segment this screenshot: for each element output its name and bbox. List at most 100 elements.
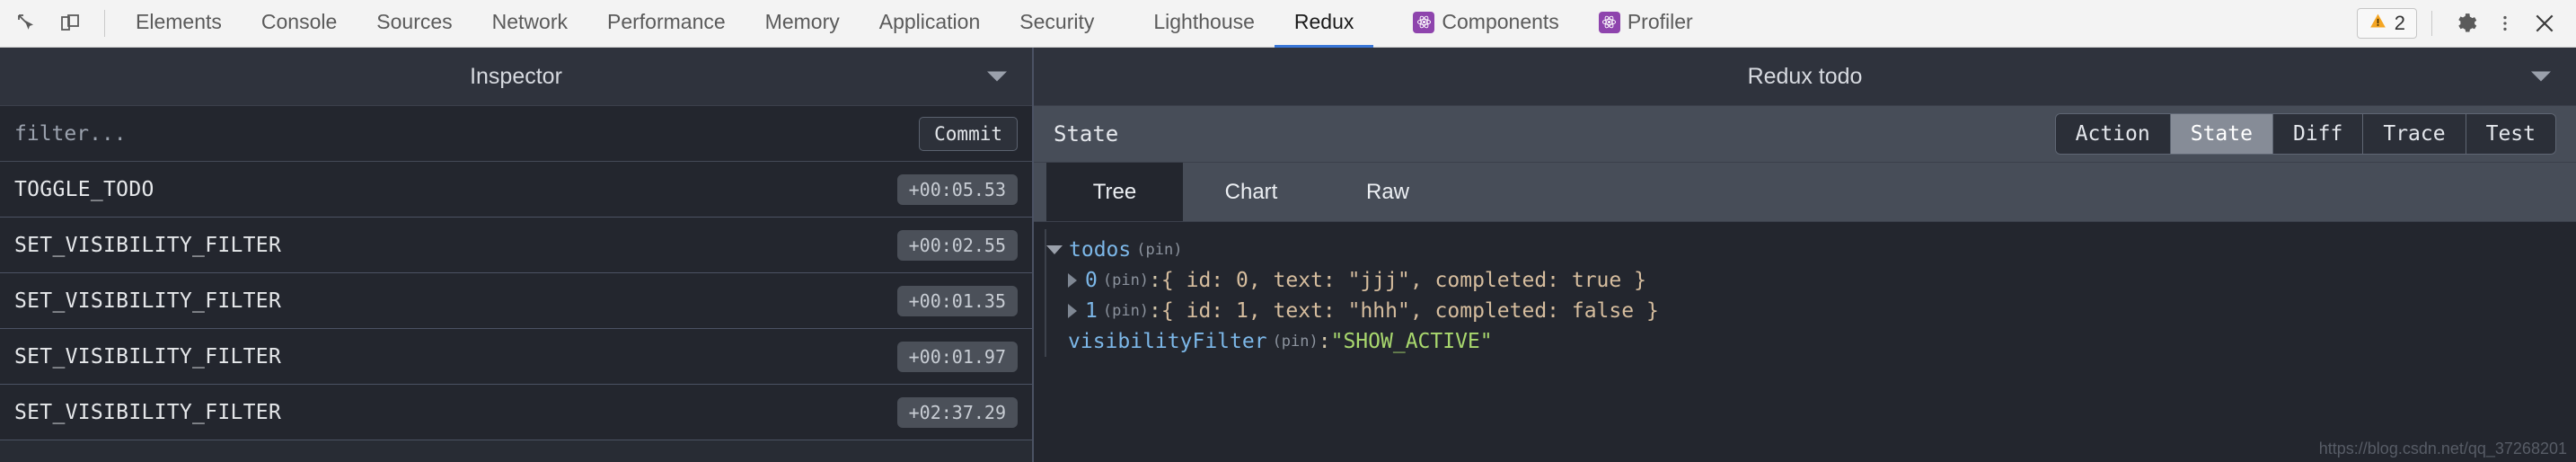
tab-memory[interactable]: Memory bbox=[745, 0, 860, 48]
kebab-menu-icon[interactable] bbox=[2486, 4, 2524, 42]
action-timestamp: +02:37.29 bbox=[896, 396, 1018, 428]
filter-input[interactable] bbox=[14, 121, 920, 146]
tree-value: { id: 0, text: "jjj", completed: true } bbox=[1160, 269, 1646, 292]
redux-devtools-panel: Inspector Commit TOGGLE_TODO +00:05.53 S… bbox=[0, 48, 2576, 462]
state-label: State bbox=[1054, 121, 1119, 147]
toolbar-divider bbox=[104, 10, 105, 37]
table-row[interactable]: SET_VISIBILITY_FILTER +00:01.35 bbox=[0, 273, 1032, 329]
monitor-column: Redux todo State Action State Diff Trace… bbox=[1034, 48, 2576, 462]
toolbar-divider-right bbox=[2431, 11, 2432, 36]
filter-row: Commit bbox=[0, 106, 1032, 162]
toolbar-right-group: 2 bbox=[2356, 4, 2576, 42]
tab-elements[interactable]: Elements bbox=[116, 0, 242, 48]
subtab-chart[interactable]: Chart bbox=[1183, 163, 1319, 221]
action-type: SET_VISIBILITY_FILTER bbox=[14, 233, 282, 257]
close-icon[interactable] bbox=[2526, 4, 2563, 42]
react-logo-icon bbox=[1413, 11, 1435, 33]
tab-label: Application bbox=[878, 10, 981, 33]
tree-value: "SHOW_ACTIVE" bbox=[1330, 330, 1493, 353]
tab-label: Security bbox=[1019, 10, 1095, 33]
device-toolbar-icon[interactable] bbox=[50, 4, 90, 43]
gear-icon[interactable] bbox=[2447, 4, 2484, 42]
tab-label: Elements bbox=[136, 10, 222, 33]
action-type: SET_VISIBILITY_FILTER bbox=[14, 344, 282, 369]
table-row[interactable]: SET_VISIBILITY_FILTER +00:01.97 bbox=[0, 329, 1032, 385]
action-timestamp: +00:01.35 bbox=[896, 285, 1018, 316]
monitor-header: Redux todo bbox=[1034, 48, 2576, 106]
tab-action[interactable]: Action bbox=[2055, 114, 2171, 154]
tab-label: Components bbox=[1442, 10, 1559, 33]
tree-key: visibilityFilter bbox=[1068, 330, 1267, 353]
devtools-tab-list: Elements Console Sources Network Perform… bbox=[116, 0, 1713, 48]
pin-label[interactable]: (pin) bbox=[1136, 235, 1182, 265]
tab-label: Sources bbox=[376, 10, 453, 33]
table-row[interactable]: TOGGLE_TODO +00:05.53 bbox=[0, 162, 1032, 218]
toolbar-icon-group bbox=[0, 4, 116, 43]
devtools-toolbar: Elements Console Sources Network Perform… bbox=[0, 0, 2576, 48]
inspector-column: Inspector Commit TOGGLE_TODO +00:05.53 S… bbox=[0, 48, 1034, 462]
chevron-down-icon[interactable] bbox=[987, 71, 1007, 82]
tab-security[interactable]: Security bbox=[1000, 0, 1114, 48]
tab-trace[interactable]: Trace bbox=[2363, 114, 2466, 154]
action-type: TOGGLE_TODO bbox=[14, 177, 154, 201]
tab-label: Performance bbox=[607, 10, 726, 33]
tab-test[interactable]: Test bbox=[2466, 114, 2555, 154]
tab-lighthouse[interactable]: Lighthouse bbox=[1134, 0, 1275, 48]
tree-gutter-line bbox=[1045, 229, 1046, 357]
table-row[interactable]: SET_VISIBILITY_FILTER +02:37.29 bbox=[0, 385, 1032, 440]
tab-performance[interactable]: Performance bbox=[587, 0, 745, 48]
inspect-element-icon[interactable] bbox=[7, 4, 47, 43]
tree-index: 1 bbox=[1085, 299, 1098, 323]
tree-separator: : bbox=[1149, 269, 1161, 292]
tab-label: Memory bbox=[764, 10, 840, 33]
tree-node-todos[interactable]: todos (pin) bbox=[1041, 235, 2576, 265]
tab-sources[interactable]: Sources bbox=[357, 0, 472, 48]
tab-label: Network bbox=[491, 10, 568, 33]
react-logo-icon bbox=[1598, 11, 1620, 33]
tree-index: 0 bbox=[1085, 269, 1098, 292]
warning-triangle-icon bbox=[2369, 12, 2387, 36]
tab-redux[interactable]: Redux bbox=[1274, 0, 1374, 48]
action-timestamp: +00:05.53 bbox=[896, 173, 1018, 205]
tab-console[interactable]: Console bbox=[242, 0, 357, 48]
tree-key: todos bbox=[1069, 238, 1132, 262]
monitor-title: Redux todo bbox=[1747, 63, 1863, 89]
subtab-tree[interactable]: Tree bbox=[1046, 163, 1183, 221]
pin-label[interactable]: (pin) bbox=[1103, 296, 1149, 326]
tab-label: Console bbox=[260, 10, 338, 33]
table-row[interactable]: SET_VISIBILITY_FILTER +00:02.55 bbox=[0, 218, 1032, 273]
action-list: TOGGLE_TODO +00:05.53 SET_VISIBILITY_FIL… bbox=[0, 162, 1032, 462]
subtab-raw[interactable]: Raw bbox=[1319, 163, 1456, 221]
pin-label[interactable]: (pin) bbox=[1273, 326, 1319, 357]
tab-application[interactable]: Application bbox=[860, 0, 1001, 48]
tab-label: Redux bbox=[1293, 10, 1354, 33]
chevron-down-icon[interactable] bbox=[2531, 71, 2551, 82]
chevron-right-icon[interactable] bbox=[1068, 273, 1077, 288]
view-tab-group: Action State Diff Trace Test bbox=[2054, 113, 2556, 155]
tab-profiler[interactable]: Profiler bbox=[1579, 0, 1713, 48]
tree-node-item[interactable]: 0 (pin) : { id: 0, text: "jjj", complete… bbox=[1041, 265, 2576, 296]
tab-network[interactable]: Network bbox=[472, 0, 587, 48]
action-timestamp: +00:01.97 bbox=[896, 341, 1018, 372]
commit-button[interactable]: Commit bbox=[919, 116, 1018, 151]
chevron-down-icon[interactable] bbox=[1046, 245, 1063, 254]
tree-node-visibility-filter[interactable]: visibilityFilter (pin) : "SHOW_ACTIVE" bbox=[1041, 326, 2576, 357]
state-tree: todos (pin) 0 (pin) : { id: 0, text: "jj… bbox=[1034, 222, 2576, 462]
watermark: https://blog.csdn.net/qq_37268201 bbox=[2318, 440, 2567, 458]
chevron-right-icon[interactable] bbox=[1068, 304, 1077, 318]
inspector-header: Inspector bbox=[0, 48, 1032, 106]
tree-value: { id: 1, text: "hhh", completed: false } bbox=[1160, 299, 1659, 323]
tree-separator: : bbox=[1318, 330, 1331, 353]
pin-label[interactable]: (pin) bbox=[1103, 265, 1149, 296]
warning-count: 2 bbox=[2394, 12, 2405, 34]
warning-count-chip[interactable]: 2 bbox=[2356, 8, 2417, 39]
tab-label: Profiler bbox=[1627, 10, 1693, 33]
tab-diff[interactable]: Diff bbox=[2272, 114, 2364, 154]
inspector-title: Inspector bbox=[470, 63, 562, 89]
action-type: SET_VISIBILITY_FILTER bbox=[14, 289, 282, 313]
tab-state[interactable]: State bbox=[2170, 114, 2273, 154]
action-type: SET_VISIBILITY_FILTER bbox=[14, 400, 282, 424]
state-toolbar: State Action State Diff Trace Test bbox=[1034, 106, 2576, 163]
tree-node-item[interactable]: 1 (pin) : { id: 1, text: "hhh", complete… bbox=[1041, 296, 2576, 326]
tab-components[interactable]: Components bbox=[1393, 0, 1578, 48]
